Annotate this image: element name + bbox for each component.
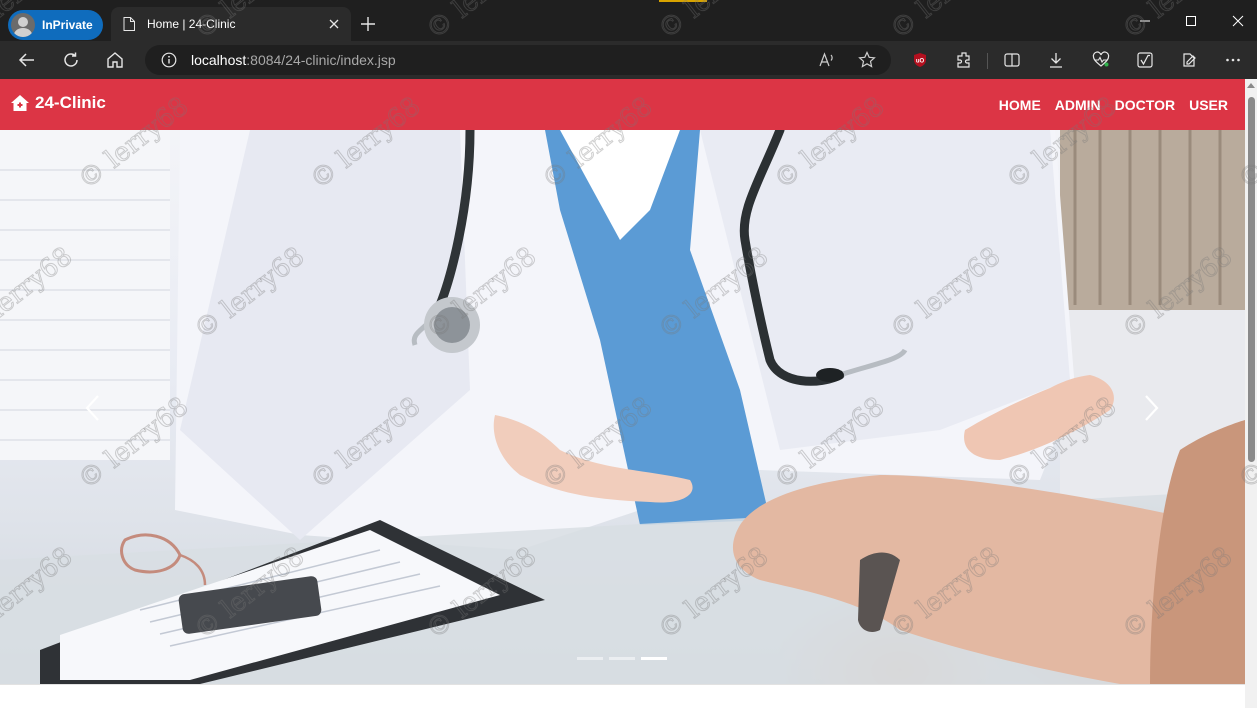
performance-heart-icon[interactable]: [1087, 46, 1115, 74]
scroll-up-icon[interactable]: [1247, 83, 1255, 88]
extensions-icon[interactable]: [950, 46, 978, 74]
carousel-indicators: [577, 657, 673, 660]
downloads-icon[interactable]: [1042, 46, 1070, 74]
chevron-right-icon: [1145, 395, 1159, 421]
new-tab-icon[interactable]: [357, 13, 379, 35]
favorite-star-icon[interactable]: [853, 46, 881, 74]
url-host: localhost: [191, 52, 247, 68]
chevron-left-icon: [85, 395, 99, 421]
url-text: localhost:8084/24-clinic/index.jsp: [191, 52, 396, 68]
split-screen-icon[interactable]: [998, 46, 1026, 74]
tab-close-icon[interactable]: [323, 13, 345, 35]
back-arrow-icon[interactable]: [13, 46, 41, 74]
math-solver-icon[interactable]: [1131, 46, 1159, 74]
house-icon: [11, 95, 29, 111]
carousel-indicator-1[interactable]: [577, 657, 603, 660]
site-brand-text: 24-Clinic: [35, 93, 106, 112]
site-navbar: 24-Clinic HOME ADMIN DOCTOR USER: [0, 79, 1245, 130]
minimize-icon[interactable]: [1132, 8, 1158, 34]
site-info-icon[interactable]: [161, 52, 177, 68]
nav-home-link[interactable]: HOME: [999, 96, 1041, 114]
toolbar-separator: [987, 53, 988, 69]
site-brand-link[interactable]: 24-Clinic: [10, 93, 106, 113]
page-below-carousel: [0, 684, 1245, 708]
maximize-icon[interactable]: [1178, 8, 1204, 34]
inprivate-label: InPrivate: [42, 18, 93, 32]
inprivate-profile-button[interactable]: InPrivate: [8, 10, 103, 40]
nav-user-link[interactable]: USER: [1189, 96, 1228, 114]
copilot-icon[interactable]: [1175, 46, 1203, 74]
home-icon[interactable]: [101, 46, 129, 74]
tab-title: Home | 24-Clinic: [147, 17, 236, 31]
carousel-indicator-2[interactable]: [609, 657, 635, 660]
nav-admin-link[interactable]: ADMIN: [1055, 96, 1101, 114]
page-icon: [123, 17, 135, 31]
browser-tab-active[interactable]: Home | 24-Clinic: [111, 7, 351, 41]
carousel-prev-button[interactable]: [72, 388, 112, 428]
main-nav: HOME ADMIN DOCTOR USER: [985, 96, 1228, 114]
read-aloud-icon[interactable]: [813, 46, 841, 74]
tab-activity-indicator: [659, 0, 707, 2]
address-bar[interactable]: localhost:8084/24-clinic/index.jsp: [145, 45, 891, 75]
page-viewport: 24-Clinic HOME ADMIN DOCTOR USER: [0, 79, 1257, 708]
carousel-next-button[interactable]: [1132, 388, 1172, 428]
url-path: :8084/24-clinic/index.jsp: [246, 52, 396, 68]
browser-toolbar: localhost:8084/24-clinic/index.jsp uO: [0, 41, 1257, 79]
page-scrollbar[interactable]: [1245, 79, 1257, 708]
ublock-icon[interactable]: uO: [906, 46, 934, 74]
settings-more-icon[interactable]: [1219, 46, 1247, 74]
window-close-icon[interactable]: [1225, 8, 1251, 34]
carousel-indicator-3[interactable]: [641, 657, 667, 660]
hero-carousel: [0, 130, 1245, 684]
browser-tabstrip: InPrivate Home | 24-Clinic: [0, 0, 1257, 41]
svg-text:uO: uO: [916, 59, 925, 65]
refresh-icon[interactable]: [57, 46, 85, 74]
nav-doctor-link[interactable]: DOCTOR: [1115, 96, 1175, 114]
scrollbar-thumb[interactable]: [1248, 97, 1255, 462]
doctor-consultation-image: [0, 130, 1245, 684]
avatar: [11, 13, 35, 37]
